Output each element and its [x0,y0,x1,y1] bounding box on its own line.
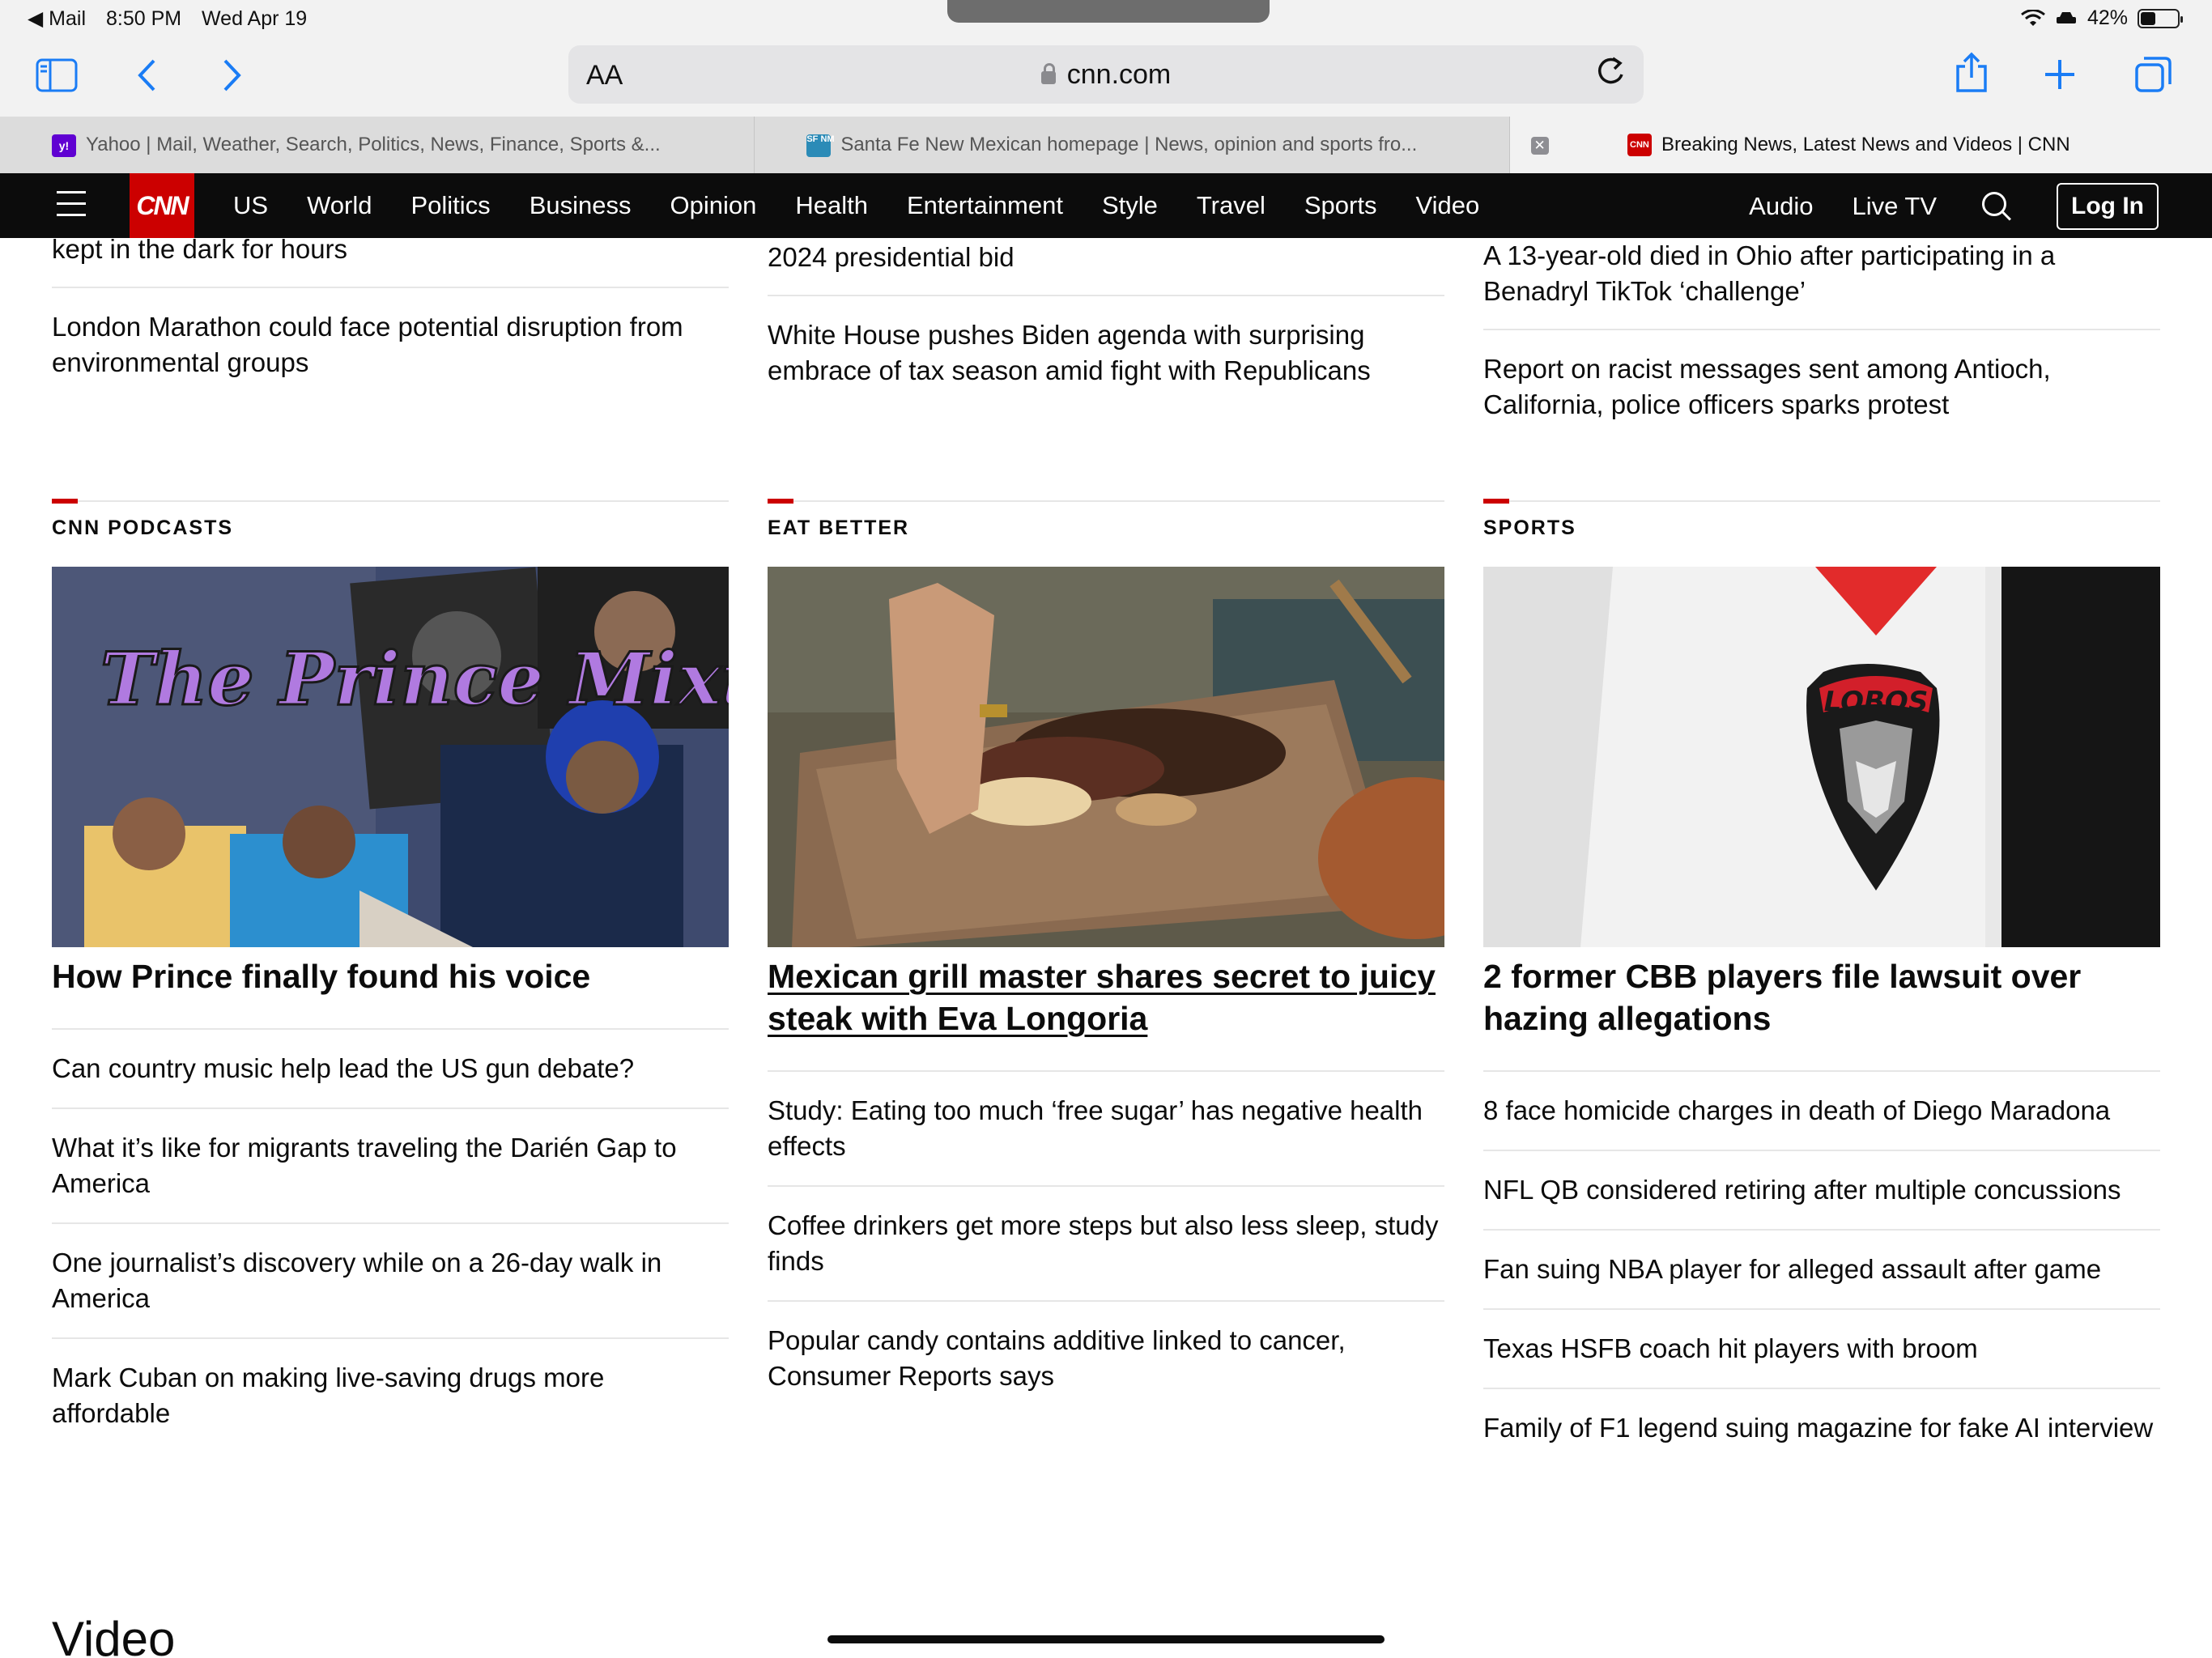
safari-toolbar: AA cnn.com [0,37,2212,117]
tab-title: Santa Fe New Mexican homepage | News, op… [840,134,1418,155]
list-item[interactable]: Texas HSFB coach hit players with broom [1483,1308,2160,1388]
grill-steak-image[interactable] [768,567,1444,947]
nav-link-health[interactable]: Health [795,191,868,220]
sports-list: 8 face homicide charges in death of Dieg… [1483,1070,2160,1467]
status-time: 8:50 PM [105,7,182,30]
nav-link-audio[interactable]: Audio [1749,192,1813,221]
list-item[interactable]: One journalist’s discovery while on a 26… [52,1222,729,1337]
battery-icon [2138,8,2183,28]
nav-link-politics[interactable]: Politics [410,191,490,220]
section-label-eat-better: EAT BETTER [768,499,1444,539]
section-label-sports: SPORTS [1483,499,2160,539]
nav-link-us[interactable]: US [233,191,268,220]
article-link[interactable]: London Marathon could face potential dis… [52,309,729,380]
eat-better-list: Study: Eating too much ‘free sugar’ has … [768,1070,1444,1415]
tab-santa-fe-new-mexican[interactable]: SF NM Santa Fe New Mexican homepage | Ne… [754,117,1508,173]
status-date: Wed Apr 19 [202,7,308,30]
lobos-jersey-image[interactable]: LOBOS [1483,567,2160,947]
url-display[interactable]: cnn.com [568,59,1644,91]
prince-mixtape-image[interactable]: The Prince Mixtape [52,567,729,947]
back-icon[interactable] [136,58,157,92]
list-item[interactable]: Can country music help lead the US gun d… [52,1028,729,1107]
car-icon [2056,11,2076,23]
nav-link-entertainment[interactable]: Entertainment [907,191,1063,220]
cnn-favicon-icon: CNN [1627,134,1652,156]
list-item[interactable]: 8 face homicide charges in death of Dieg… [1483,1070,2160,1150]
nav-link-live-tv[interactable]: Live TV [1852,192,1937,221]
article-link[interactable]: kept in the dark for hours [52,232,729,267]
wifi-icon [2021,9,2045,26]
back-to-app[interactable]: ◀ Mail [28,7,86,30]
home-indicator[interactable] [827,1635,1385,1643]
prince-mixtape-logo: The Prince Mixtape [100,636,729,722]
top-links-col-1: kept in the dark for hours London Marath… [52,234,729,380]
podcasts-list: Can country music help lead the US gun d… [52,1028,729,1452]
nav-link-world[interactable]: World [307,191,372,220]
list-item[interactable]: Coffee drinkers get more steps but also … [768,1185,1444,1300]
list-item[interactable]: Fan suing NBA player for alleged assault… [1483,1229,2160,1308]
top-links-col-3: A 13-year-old died in Ohio after partici… [1483,238,2160,423]
search-icon[interactable] [1980,190,2013,223]
headline-podcasts[interactable]: How Prince finally found his voice [52,955,729,997]
list-item[interactable]: Popular candy contains additive linked t… [768,1300,1444,1415]
sidebar-icon[interactable] [36,58,78,92]
list-item[interactable]: What it’s like for migrants traveling th… [52,1107,729,1222]
list-item[interactable]: Study: Eating too much ‘free sugar’ has … [768,1070,1444,1185]
cnn-logo[interactable]: CNN [130,173,194,238]
article-link[interactable]: A 13-year-old died in Ohio after partici… [1483,238,2160,309]
tab-yahoo[interactable]: y! Yahoo | Mail, Weather, Search, Politi… [0,117,754,173]
close-tab-icon[interactable]: ✕ [1530,137,1549,155]
share-icon[interactable] [1955,52,1989,94]
nav-links: US World Politics Business Opinion Healt… [233,173,1518,238]
tab-title: Yahoo | Mail, Weather, Search, Politics,… [86,134,661,155]
status-right: 42% [2021,6,2183,30]
headline-eat-better[interactable]: Mexican grill master shares secret to ju… [768,955,1444,1039]
nav-link-style[interactable]: Style [1102,191,1158,220]
forward-icon[interactable] [222,58,243,92]
status-bar: ◀ Mail 8:50 PM Wed Apr 19 42% [0,0,2212,37]
lock-icon [1040,63,1056,84]
nav-right: Audio Live TV Log In [1710,181,2159,232]
nav-link-travel[interactable]: Travel [1197,191,1266,220]
tab-overview-icon[interactable] [2134,55,2173,94]
login-button[interactable]: Log In [2057,183,2159,230]
section-label-podcasts: CNN PODCASTS [52,499,729,539]
new-tab-icon[interactable] [2044,58,2076,91]
headline-sports[interactable]: 2 former CBB players file lawsuit over h… [1483,955,2160,1039]
menu-icon[interactable] [57,191,86,219]
nav-link-opinion[interactable]: Opinion [670,191,756,220]
multitasking-grabber[interactable] [947,0,1270,23]
nav-link-business[interactable]: Business [530,191,632,220]
sfnm-favicon-icon: SF NM [806,134,835,157]
lobos-logo: LOBOS [1824,686,1929,718]
list-item[interactable]: Mark Cuban on making live-saving drugs m… [52,1337,729,1452]
nav-link-sports[interactable]: Sports [1304,191,1377,220]
tab-bar: y! Yahoo | Mail, Weather, Search, Politi… [0,117,2212,173]
list-item[interactable]: NFL QB considered retiring after multipl… [1483,1150,2160,1229]
address-bar[interactable]: AA cnn.com [568,45,1644,104]
cnn-nav-bar: CNN US World Politics Business Opinion H… [0,173,2212,238]
tab-cnn[interactable]: ✕ CNN Breaking News, Latest News and Vid… [1508,117,2212,173]
article-link[interactable]: White House pushes Biden agenda with sur… [768,317,1444,389]
article-link[interactable]: 2024 presidential bid [768,240,1444,275]
tab-title: Breaking News, Latest News and Videos | … [1661,134,2070,155]
video-section-title: Video [52,1612,176,1658]
reload-icon[interactable] [1595,55,1626,87]
status-left: ◀ Mail 8:50 PM Wed Apr 19 [28,6,321,31]
url-text: cnn.com [1066,59,1172,90]
battery-percent: 42% [2087,6,2128,29]
list-item[interactable]: Family of F1 legend suing magazine for f… [1483,1388,2160,1467]
article-link[interactable]: Report on racist messages sent among Ant… [1483,351,2160,423]
top-links-col-2: 2024 presidential bid White House pushes… [768,238,1444,389]
nav-link-video[interactable]: Video [1415,191,1479,220]
yahoo-favicon-icon: y! [52,134,76,157]
